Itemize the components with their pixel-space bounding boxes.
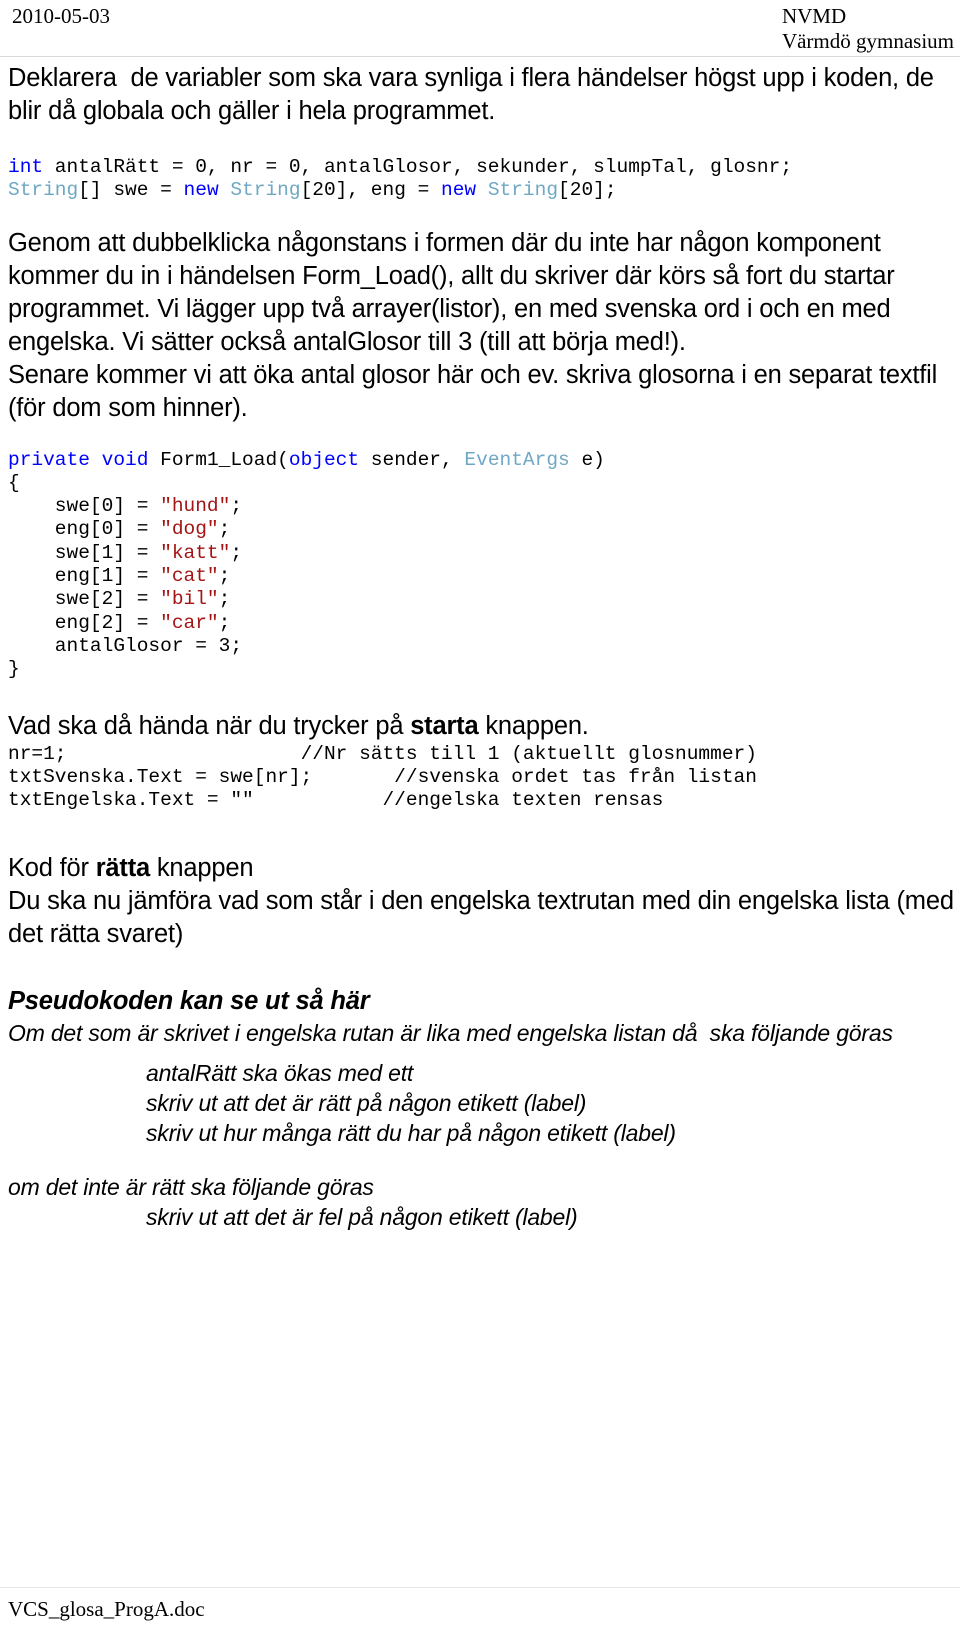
document-footer: VCS_glosa_ProgA.doc bbox=[8, 1597, 952, 1622]
document-page: 2010-05-03 NVMD Värmdö gymnasium Deklare… bbox=[0, 0, 960, 1630]
keyword-object: object bbox=[288, 448, 360, 471]
code-block-starta: nr=1; //Nr sätts till 1 (aktuellt glosnu… bbox=[8, 743, 960, 813]
document-body: Deklarera de variabler som ska vara synl… bbox=[8, 62, 960, 1232]
string-literal: "cat" bbox=[160, 565, 219, 588]
declaration-rest: antalRätt = 0, nr = 0, antalGlosor, seku… bbox=[43, 156, 793, 178]
code-comment-gap bbox=[254, 789, 383, 811]
ratta-heading-pre: Kod för bbox=[8, 854, 96, 883]
footer-filename: VCS_glosa_ProgA.doc bbox=[8, 1597, 205, 1621]
type-eventargs: EventArgs bbox=[464, 448, 570, 471]
code-comment: //Nr sätts till 1 (aktuellt glosnummer) bbox=[300, 742, 757, 765]
code-line-string-arrays: String[] swe = new String[20], eng = new… bbox=[8, 179, 960, 202]
pseudocode-step: antalRätt ska ökas med ett bbox=[146, 1060, 414, 1087]
header-divider bbox=[0, 56, 960, 57]
string-literal: "katt" bbox=[160, 541, 231, 564]
assign-end: ; bbox=[218, 611, 231, 634]
header-org-abbrev: NVMD bbox=[781, 4, 847, 28]
string-literal: "bil" bbox=[160, 588, 219, 611]
starta-heading-post: knappen. bbox=[478, 711, 589, 740]
ratta-heading-bold: rätta bbox=[95, 854, 150, 883]
keyword-new-2: new bbox=[441, 179, 477, 202]
string-literal: "car" bbox=[160, 611, 219, 634]
pseudocode-condition-false: om det inte är rätt ska följande göras bbox=[8, 1174, 374, 1201]
code-block-declarations: int antalRätt = 0, nr = 0, antalGlosor, … bbox=[8, 156, 960, 203]
code-line-assignment: eng[1] = "cat"; bbox=[8, 565, 960, 588]
intro-paragraph: Deklarera de variabler som ska vara synl… bbox=[8, 64, 941, 125]
starta-heading-pre: Vad ska då hända när du trycker på bbox=[8, 711, 411, 740]
header-date: 2010-05-03 bbox=[12, 4, 110, 28]
header-org-name: Värmdö gymnasium bbox=[781, 29, 954, 53]
code-row-starta: txtEngelska.Text = "" //engelska texten … bbox=[8, 789, 960, 812]
assign-lhs: swe[0] = bbox=[8, 495, 161, 518]
type-string-1: String bbox=[8, 179, 79, 202]
string-literal: "hund" bbox=[160, 495, 231, 518]
keyword-void: void bbox=[101, 448, 149, 471]
starta-heading: Vad ska då hända när du trycker på start… bbox=[8, 710, 960, 743]
code-comment: //svenska ordet tas från listan bbox=[394, 765, 757, 788]
footer-divider bbox=[0, 1587, 960, 1588]
array-decl-e: [20]; bbox=[558, 179, 617, 202]
assign-end: ; bbox=[218, 588, 231, 611]
sig-end: e) bbox=[569, 448, 605, 471]
pseudocode-title: Pseudokoden kan se ut så här bbox=[8, 987, 370, 1016]
code-text: txtEngelska.Text = "" bbox=[8, 789, 254, 812]
assign-lhs: swe[1] = bbox=[8, 541, 161, 564]
type-string-2: String bbox=[230, 179, 301, 202]
code-line-assignment: eng[2] = "car"; bbox=[8, 612, 960, 635]
code-text: nr=1; bbox=[8, 742, 67, 765]
explanation-paragraph-2: Senare kommer vi att öka antal glosor hä… bbox=[8, 360, 945, 422]
keyword-private: private bbox=[8, 448, 90, 471]
code-comment: //engelska texten rensas bbox=[382, 789, 664, 812]
assign-end: ; bbox=[218, 565, 231, 588]
keyword-new-1: new bbox=[183, 179, 219, 202]
code-comment-gap bbox=[312, 766, 394, 788]
code-line-assignment: swe[1] = "katt"; bbox=[8, 542, 960, 565]
assign-end: ; bbox=[218, 518, 231, 541]
code-line-int-declaration: int antalRätt = 0, nr = 0, antalGlosor, … bbox=[8, 156, 960, 179]
array-decl-a: [] swe = bbox=[78, 179, 184, 202]
assign-lhs: swe[2] = bbox=[8, 588, 161, 611]
code-text: txtSvenska.Text = swe[nr]; bbox=[8, 765, 313, 788]
type-string-3: String bbox=[487, 179, 559, 202]
code-comment-gap bbox=[67, 743, 301, 765]
assign-lhs: eng[2] = bbox=[8, 611, 161, 634]
assign-lhs: eng[0] = bbox=[8, 518, 161, 541]
ratta-paragraph: Du ska nu jämföra vad som står i den eng… bbox=[8, 887, 954, 949]
string-literal: "dog" bbox=[160, 518, 219, 541]
keyword-int: int bbox=[8, 156, 44, 178]
code-row-starta: nr=1; //Nr sätts till 1 (aktuellt glosnu… bbox=[8, 743, 960, 766]
array-decl-c: [20], eng = bbox=[300, 179, 442, 202]
header-organization: NVMD Värmdö gymnasium bbox=[782, 4, 954, 54]
assign-lhs: eng[1] = bbox=[8, 565, 161, 588]
code-line-brace-close: } bbox=[8, 658, 20, 681]
starta-heading-bold: starta bbox=[410, 711, 479, 740]
code-line-method-signature: private void Form1_Load(object sender, E… bbox=[8, 449, 960, 472]
explanation-paragraph-1: Genom att dubbelklicka någonstans i form… bbox=[8, 228, 902, 356]
code-block-form-load: private void Form1_Load(object sender, E… bbox=[8, 449, 960, 682]
sig-middle: sender, bbox=[359, 448, 465, 471]
pseudocode-step: skriv ut att det är fel på någon etikett… bbox=[146, 1204, 578, 1231]
assign-lhs: antalGlosor = 3; bbox=[8, 634, 243, 657]
sig-space-1 bbox=[90, 449, 102, 471]
code-line-assignment: swe[0] = "hund"; bbox=[8, 495, 960, 518]
array-decl-b bbox=[219, 179, 231, 201]
code-line-antalglosor: antalGlosor = 3; bbox=[8, 635, 960, 658]
array-decl-d bbox=[476, 179, 488, 201]
pseudocode-step: skriv ut hur många rätt du har på någon … bbox=[146, 1120, 676, 1147]
pseudocode-step: skriv ut att det är rätt på någon etiket… bbox=[146, 1090, 587, 1117]
assign-end: ; bbox=[230, 541, 243, 564]
pseudocode-condition-true: Om det som är skrivet i engelska rutan ä… bbox=[8, 1020, 893, 1047]
assign-end: ; bbox=[230, 495, 243, 518]
code-line-assignment: eng[0] = "dog"; bbox=[8, 518, 960, 541]
code-line-assignment: swe[2] = "bil"; bbox=[8, 588, 960, 611]
code-row-starta: txtSvenska.Text = swe[nr]; //svenska ord… bbox=[8, 766, 960, 789]
ratta-heading: Kod för rätta knappen bbox=[8, 852, 960, 885]
code-line-brace-open: { bbox=[8, 471, 20, 494]
document-header: 2010-05-03 NVMD Värmdö gymnasium bbox=[0, 0, 960, 58]
method-name: Form1_Load( bbox=[148, 448, 289, 471]
ratta-heading-post: knappen bbox=[149, 854, 254, 883]
